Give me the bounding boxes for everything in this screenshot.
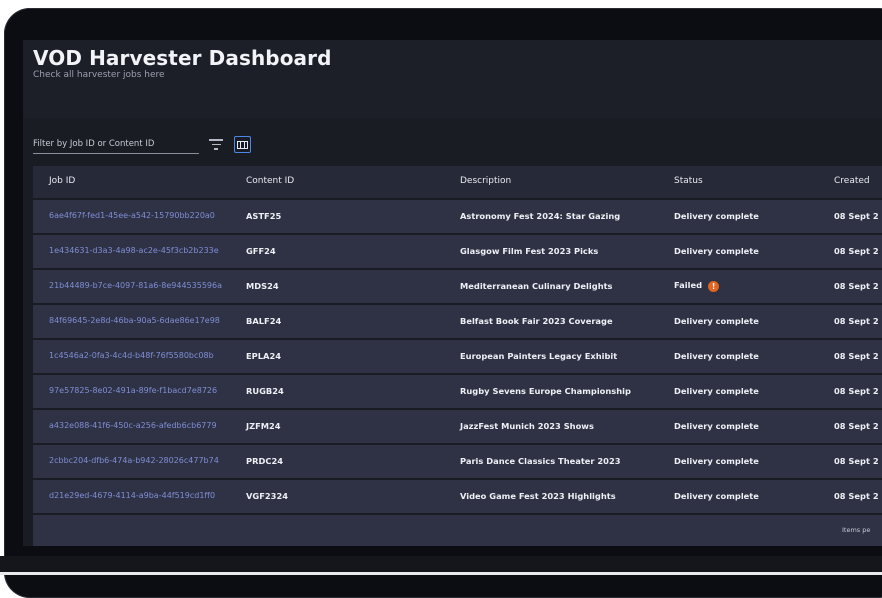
created-date: 08 Sept 2: [834, 316, 879, 326]
description: JazzFest Munich 2023 Shows: [460, 421, 594, 431]
created-date: 08 Sept 2: [834, 421, 879, 431]
job-id-link[interactable]: 97e57825-8e02-491a-89fe-f1bacd7e8726: [49, 386, 217, 395]
job-id-link[interactable]: a432e088-41f6-450c-a256-afedb6cb6779: [49, 421, 217, 430]
column-header-created[interactable]: Created: [834, 176, 870, 186]
status: Delivery complete: [674, 456, 759, 466]
job-id-link[interactable]: 6ae4f67f-fed1-45ee-a542-15790bb220a0: [49, 211, 215, 220]
content-id: RUGB24: [246, 386, 284, 396]
items-per-page-label: Items pe: [842, 526, 871, 534]
content-id: EPLA24: [246, 351, 282, 361]
content-id: GFF24: [246, 246, 276, 256]
table-row[interactable]: 6ae4f67f-fed1-45ee-a542-15790bb220a0 AST…: [33, 200, 882, 233]
content-id: JZFM24: [246, 421, 281, 431]
created-date: 08 Sept 2: [834, 281, 879, 291]
job-id-link[interactable]: 84f69645-2e8d-46ba-90a5-6dae86e17e98: [49, 316, 220, 325]
created-date: 08 Sept 2: [834, 456, 879, 466]
content-id: VGF2324: [246, 491, 288, 501]
column-header-content-id[interactable]: Content ID: [246, 176, 294, 186]
created-date: 08 Sept 2: [834, 246, 879, 256]
status: Failed: [674, 280, 703, 290]
status: Delivery complete: [674, 246, 759, 256]
table-row[interactable]: d21e29ed-4679-4114-a9ba-44f519cd1ff0 VGF…: [33, 480, 882, 513]
content-id: MDS24: [246, 281, 279, 291]
table-footer: Items pe: [33, 515, 882, 546]
column-header-job-id[interactable]: Job ID: [49, 176, 75, 186]
jobs-table: Job ID Content ID Description Status Cre…: [33, 166, 882, 513]
created-date: 08 Sept 2: [834, 386, 879, 396]
status: Delivery complete: [674, 351, 759, 361]
description: Glasgow Film Fest 2023 Picks: [460, 246, 599, 256]
table-row[interactable]: 1e434631-d3a3-4a98-ac2e-45f3cb2b233e GFF…: [33, 235, 882, 268]
content-id: PRDC24: [246, 456, 283, 466]
filter-input[interactable]: Filter by Job ID or Content ID: [33, 139, 154, 149]
description: Video Game Fest 2023 Highlights: [460, 491, 616, 501]
created-date: 08 Sept 2: [834, 211, 879, 221]
table-row[interactable]: 21b44489-b7ce-4097-81a6-8e944535596a MDS…: [33, 270, 882, 303]
job-id-link[interactable]: 1c4546a2-0fa3-4c4d-b48f-76f5580bc08b: [49, 351, 214, 360]
status: Delivery complete: [674, 316, 759, 326]
status-cell: Failed!: [674, 280, 720, 292]
table-row[interactable]: 1c4546a2-0fa3-4c4d-b48f-76f5580bc08b EPL…: [33, 340, 882, 373]
column-header-status[interactable]: Status: [674, 176, 703, 186]
job-id-link[interactable]: 2cbbc204-dfb6-474a-b942-28026c477b74: [49, 456, 219, 465]
filter-lines-icon[interactable]: [209, 139, 223, 151]
columns-view-button[interactable]: [234, 136, 251, 153]
description: Rugby Sevens Europe Championship: [460, 386, 631, 396]
content-id: ASTF25: [246, 211, 282, 221]
table-row[interactable]: 97e57825-8e02-491a-89fe-f1bacd7e8726 RUG…: [33, 375, 882, 408]
description: Belfast Book Fair 2023 Coverage: [460, 316, 613, 326]
table-row[interactable]: 84f69645-2e8d-46ba-90a5-6dae86e17e98 BAL…: [33, 305, 882, 338]
job-id-link[interactable]: d21e29ed-4679-4114-a9ba-44f519cd1ff0: [49, 491, 215, 500]
status: Delivery complete: [674, 491, 759, 501]
description: Astronomy Fest 2024: Star Gazing: [460, 211, 621, 221]
table-header: Job ID Content ID Description Status Cre…: [33, 166, 882, 198]
columns-view-icon: [237, 140, 248, 149]
column-header-description[interactable]: Description: [460, 176, 511, 186]
error-icon[interactable]: !: [708, 281, 720, 292]
created-date: 08 Sept 2: [834, 491, 879, 501]
content-id: BALF24: [246, 316, 282, 326]
filter-input-underline: [33, 153, 199, 154]
status: Delivery complete: [674, 421, 759, 431]
job-id-link[interactable]: 1e434631-d3a3-4a98-ac2e-45f3cb2b233e: [49, 246, 219, 255]
page-title: VOD Harvester Dashboard: [33, 46, 332, 70]
description: Mediterranean Culinary Delights: [460, 281, 613, 291]
description: Paris Dance Classics Theater 2023: [460, 456, 621, 466]
table-row[interactable]: 2cbbc204-dfb6-474a-b942-28026c477b74 PRD…: [33, 445, 882, 478]
description: European Painters Legacy Exhibit: [460, 351, 618, 361]
created-date: 08 Sept 2: [834, 351, 879, 361]
page-header: VOD Harvester Dashboard Check all harves…: [23, 40, 882, 118]
page-subtitle: Check all harvester jobs here: [33, 70, 165, 80]
dashboard-screen: VOD Harvester Dashboard Check all harves…: [23, 40, 882, 546]
job-id-link[interactable]: 21b44489-b7ce-4097-81a6-8e944535596a: [49, 281, 222, 290]
status: Delivery complete: [674, 211, 759, 221]
table-row[interactable]: a432e088-41f6-450c-a256-afedb6cb6779 JZF…: [33, 410, 882, 443]
status: Delivery complete: [674, 386, 759, 396]
